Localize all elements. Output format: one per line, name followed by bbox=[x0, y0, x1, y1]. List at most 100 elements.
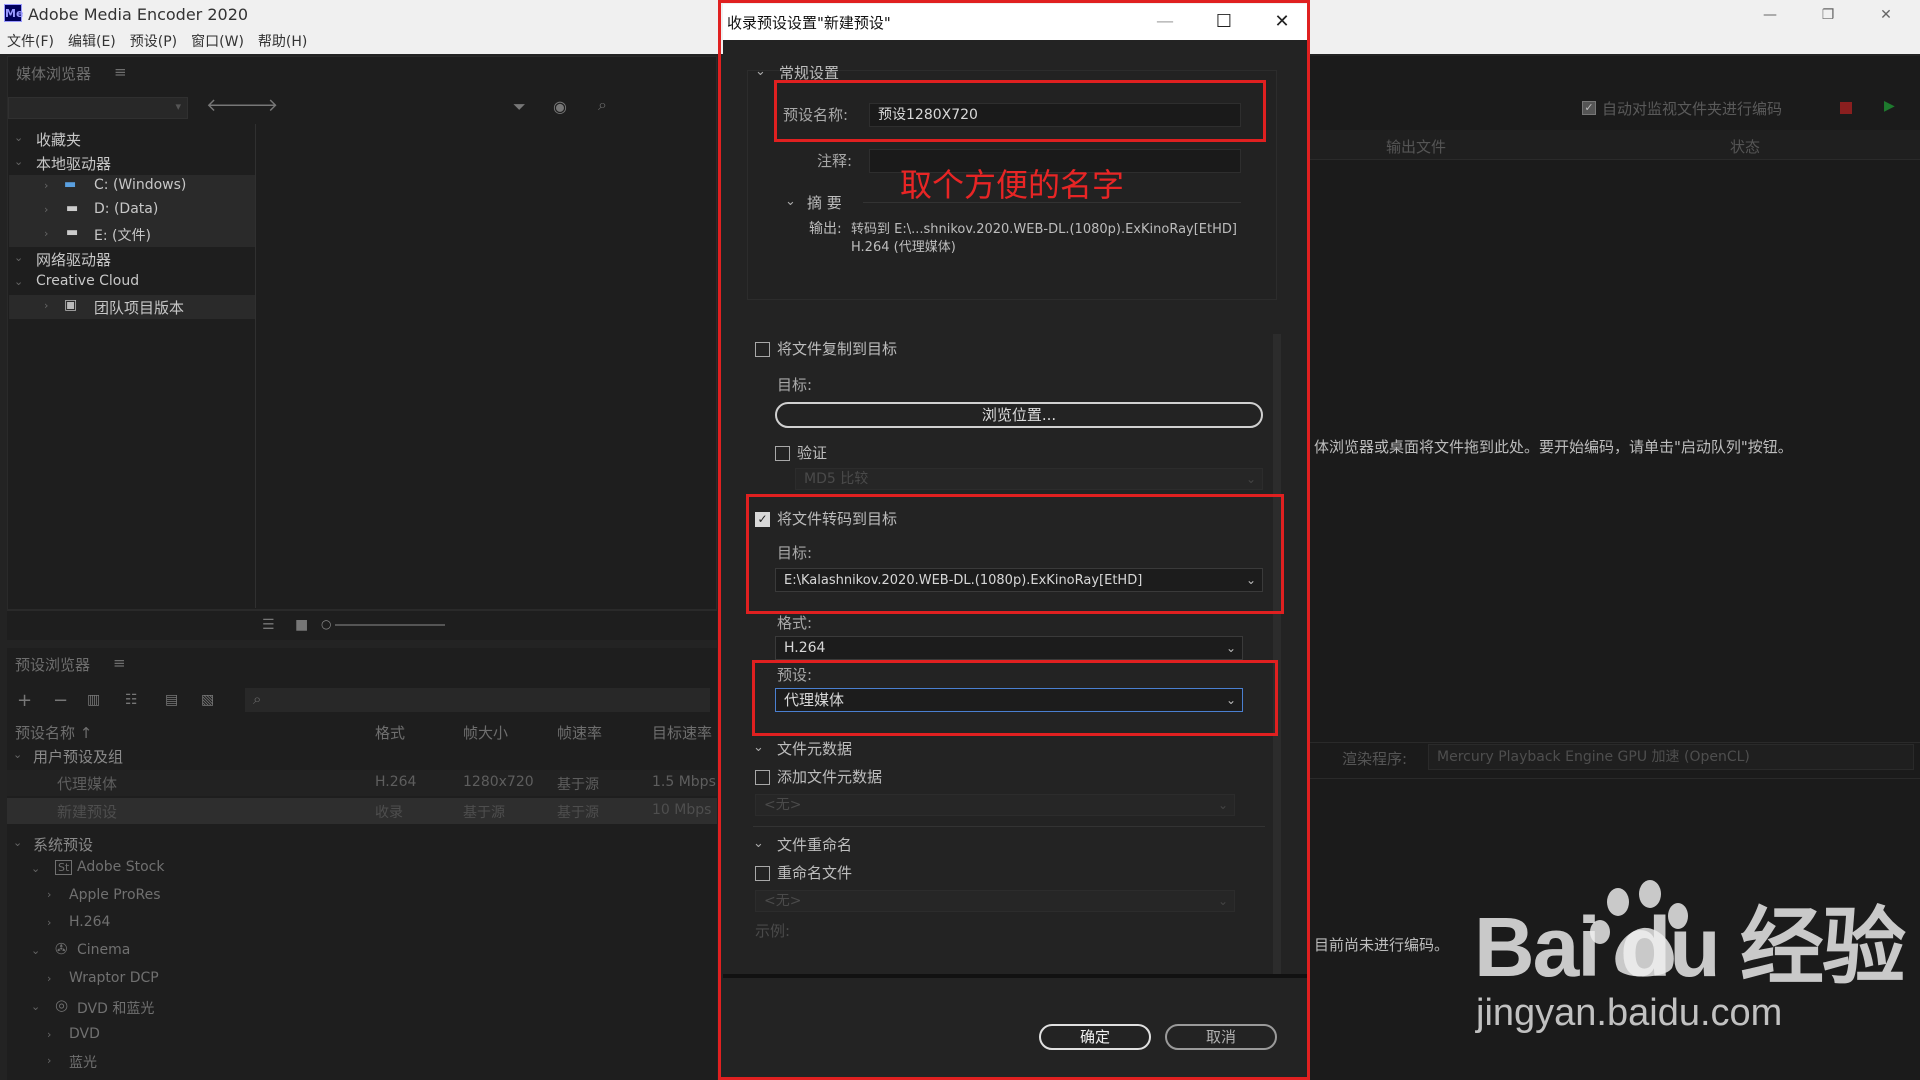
restore-icon[interactable]: ❐ bbox=[1808, 2, 1848, 28]
zoom-slider-handle[interactable]: ○ bbox=[321, 617, 331, 631]
close-icon[interactable]: ✕ bbox=[1866, 2, 1906, 28]
export-preset-icon[interactable]: ▧ bbox=[201, 692, 214, 708]
remove-preset-icon[interactable]: − bbox=[53, 690, 68, 711]
renderer-value: Mercury Playback Engine GPU 加速 (OpenCL) bbox=[1437, 749, 1750, 765]
watermark-logo-text: Bai du 经验 bbox=[1474, 900, 1906, 994]
system-item-h264[interactable]: H.264 bbox=[69, 914, 110, 930]
annotation-box-preset bbox=[752, 660, 1278, 736]
view-eye-icon[interactable]: ◉ bbox=[553, 97, 567, 116]
col-format[interactable]: 格式 bbox=[375, 722, 405, 743]
annotation-text: 取个方便的名字 bbox=[900, 166, 1125, 204]
chevron-right-icon[interactable]: › bbox=[47, 916, 51, 929]
media-browser-panel: 媒体浏览器 ≡ ▾ 🡐 🡒 ⏷ ◉ ⌕ ⌄ 收藏夹 ⌄ 本地驱动器 › ▬ C:… bbox=[7, 56, 717, 610]
chevron-down-icon[interactable]: ⌄ bbox=[14, 131, 23, 144]
system-item-apple-prores[interactable]: Apple ProRes bbox=[69, 887, 161, 903]
new-group-icon[interactable]: ▥ bbox=[87, 692, 100, 708]
import-preset-icon[interactable]: ▤ bbox=[165, 692, 178, 708]
chevron-right-icon[interactable]: › bbox=[47, 1028, 51, 1041]
filter-icon[interactable]: ⏷ bbox=[513, 97, 526, 117]
tree-drive-c[interactable]: C: (Windows) bbox=[94, 177, 186, 193]
panel-menu-icon[interactable]: ≡ bbox=[113, 654, 126, 672]
system-item-bluray[interactable]: 蓝光 bbox=[69, 1052, 97, 1072]
tree-local-drives[interactable]: 本地驱动器 bbox=[36, 153, 111, 174]
chevron-right-icon[interactable]: › bbox=[44, 227, 48, 240]
chevron-right-icon[interactable]: › bbox=[44, 203, 48, 216]
preset-frame-rate: 基于源 bbox=[557, 777, 599, 793]
system-item-adobe-stock[interactable]: Adobe Stock bbox=[77, 859, 164, 875]
preset-name: 新建预设 bbox=[57, 803, 118, 821]
menu-preset[interactable]: 预设(P) bbox=[130, 30, 177, 54]
not-encoding-status: 目前尚未进行编码。 bbox=[1314, 936, 1450, 954]
tree-team-projects[interactable]: 团队项目版本 bbox=[94, 297, 184, 318]
table-row[interactable]: 新建预设 收录 基于源 基于源 10 Mbps bbox=[7, 798, 717, 824]
menu-edit[interactable]: 编辑(E) bbox=[68, 30, 116, 54]
table-row[interactable]: 代理媒体 H.264 1280x720 基于源 1.5 Mbps bbox=[7, 770, 717, 796]
preset-browser-title: 预设浏览器 bbox=[15, 656, 91, 674]
col-preset-name[interactable]: 预设名称 ↑ bbox=[15, 722, 92, 743]
tree-network-drives[interactable]: 网络驱动器 bbox=[36, 249, 111, 270]
preset-target-rate: 1.5 Mbps bbox=[652, 774, 716, 790]
icon-view-icon[interactable]: ■ bbox=[295, 617, 308, 633]
tree-drive-d[interactable]: D: (Data) bbox=[94, 201, 158, 217]
chevron-down-icon[interactable]: ⌄ bbox=[13, 748, 22, 761]
col-output-file[interactable]: 输出文件 bbox=[1386, 136, 1446, 157]
chevron-right-icon[interactable]: › bbox=[44, 299, 48, 312]
auto-encode-checkbox[interactable]: ✓ bbox=[1582, 101, 1596, 115]
disc-icon: ◎ bbox=[55, 996, 69, 1014]
preset-format: 收录 bbox=[375, 805, 403, 821]
chevron-down-icon[interactable]: ⌄ bbox=[14, 155, 23, 168]
chevron-right-icon[interactable]: › bbox=[47, 1054, 51, 1067]
menu-file[interactable]: 文件(F) bbox=[7, 30, 54, 54]
system-presets-group[interactable]: 系统预设 bbox=[33, 834, 93, 855]
tree-creative-cloud[interactable]: Creative Cloud bbox=[36, 273, 139, 289]
chevron-down-icon[interactable]: ⌄ bbox=[31, 944, 40, 957]
chevron-right-icon[interactable]: › bbox=[47, 972, 51, 985]
col-frame-size[interactable]: 帧大小 bbox=[463, 722, 508, 743]
chevron-down-icon[interactable]: ⌄ bbox=[31, 862, 40, 875]
preset-frame-size: 1280x720 bbox=[463, 774, 534, 790]
system-item-dvd-bluray[interactable]: DVD 和蓝光 bbox=[77, 998, 154, 1018]
cinema-reel-icon: ✇ bbox=[55, 940, 68, 958]
watermark-url: jingyan.baidu.com bbox=[1476, 992, 1783, 1034]
minimize-icon[interactable]: — bbox=[1750, 2, 1790, 28]
preset-browser-panel: 预设浏览器 ≡ + − ▥ ☷ ▤ ▧ ⌕ 预设名称 ↑ 格式 帧大小 帧速率 … bbox=[7, 648, 717, 1080]
system-item-wraptor[interactable]: Wraptor DCP bbox=[69, 970, 159, 986]
media-location-dropdown[interactable]: ▾ bbox=[8, 97, 188, 119]
list-view-icon[interactable]: ☰ bbox=[262, 617, 275, 633]
panel-menu-icon[interactable]: ≡ bbox=[114, 63, 127, 81]
forward-arrow-icon[interactable]: 🡒 bbox=[230, 95, 278, 116]
menu-help[interactable]: 帮助(H) bbox=[258, 30, 307, 54]
preset-name: 代理媒体 bbox=[57, 775, 118, 793]
chevron-down-icon[interactable]: ⌄ bbox=[14, 275, 23, 288]
chevron-down-icon[interactable]: ⌄ bbox=[31, 1000, 40, 1013]
zoom-slider-track[interactable] bbox=[335, 624, 445, 626]
tree-favorites[interactable]: 收藏夹 bbox=[36, 129, 81, 150]
tree-drive-e[interactable]: E: (文件) bbox=[94, 225, 151, 245]
system-item-cinema[interactable]: Cinema bbox=[77, 942, 130, 958]
menu-window[interactable]: 窗口(W) bbox=[191, 30, 244, 54]
preset-format: H.264 bbox=[375, 774, 417, 790]
add-preset-icon[interactable]: + bbox=[17, 690, 32, 711]
chevron-right-icon[interactable]: › bbox=[47, 888, 51, 901]
media-browser-footer: ☰ ■ ○ bbox=[7, 610, 717, 640]
preset-frame-size: 基于源 bbox=[463, 805, 505, 821]
settings-icon[interactable]: ☷ bbox=[125, 692, 138, 708]
chevron-right-icon[interactable]: › bbox=[44, 179, 48, 192]
start-queue-icon[interactable]: ▶ bbox=[1884, 98, 1895, 114]
col-status[interactable]: 状态 bbox=[1730, 136, 1760, 157]
col-target-rate[interactable]: 目标速率 bbox=[652, 722, 712, 743]
chevron-down-icon[interactable]: ⌄ bbox=[14, 251, 23, 264]
system-item-dvd[interactable]: DVD bbox=[69, 1026, 100, 1042]
media-encoder-app-icon: Me bbox=[4, 4, 23, 22]
annotation-box-transcode bbox=[746, 494, 1284, 614]
queue-drop-hint: 体浏览器或桌面将文件拖到此处。要开始编码，请单击"启动队列"按钮。 bbox=[1314, 438, 1793, 456]
preset-search-input[interactable]: ⌕ bbox=[245, 688, 710, 712]
panel-divider bbox=[255, 124, 256, 608]
col-frame-rate[interactable]: 帧速率 bbox=[557, 722, 602, 743]
chevron-down-icon[interactable]: ⌄ bbox=[13, 836, 22, 849]
stop-queue-icon[interactable] bbox=[1840, 102, 1852, 114]
hard-drive-icon: ▬ bbox=[66, 225, 79, 240]
renderer-select[interactable]: Mercury Playback Engine GPU 加速 (OpenCL) bbox=[1428, 744, 1914, 770]
search-icon[interactable]: ⌕ bbox=[598, 95, 607, 115]
user-presets-group[interactable]: 用户预设及组 bbox=[33, 746, 123, 767]
